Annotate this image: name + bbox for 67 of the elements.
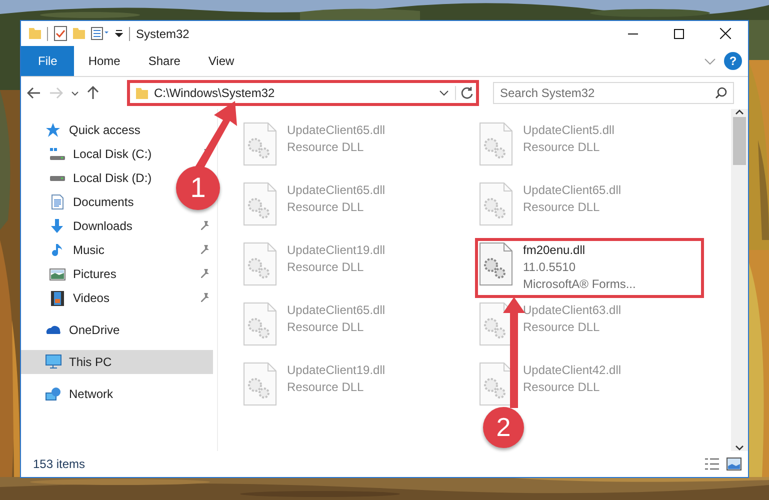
scroll-down-icon[interactable]	[735, 445, 744, 451]
windows-drive-icon	[49, 147, 66, 161]
search-icon	[715, 87, 727, 99]
sidebar-item[interactable]: Local Disk (D:)	[21, 166, 156, 190]
scroll-up-icon[interactable]	[735, 109, 744, 115]
up-arrow-icon[interactable]	[87, 86, 99, 100]
back-arrow-icon[interactable]	[27, 87, 41, 99]
downloads-icon	[50, 218, 65, 234]
sidebar-item[interactable]: Network	[21, 382, 118, 406]
details-view-icon[interactable]	[704, 457, 720, 471]
customize-arrow-icon[interactable]	[115, 30, 123, 37]
sidebar-item[interactable]: This PC	[21, 350, 213, 374]
ribbon-tab[interactable]: Home	[74, 46, 134, 76]
folder-icon	[136, 88, 148, 98]
scrollbar[interactable]	[731, 109, 748, 451]
gear-file-icon[interactable]	[479, 242, 513, 286]
sidebar-item[interactable]: Downloads	[21, 214, 214, 238]
sidebar-item[interactable]: Music	[21, 238, 214, 262]
large-icons-view-icon[interactable]	[726, 457, 742, 471]
star-icon	[45, 122, 62, 138]
sidebar-item[interactable]: Pictures	[21, 262, 214, 286]
scroll-thumb[interactable]	[733, 117, 746, 165]
address-field[interactable]: C:\Windows\System32	[127, 80, 479, 106]
properties-icon[interactable]	[91, 27, 109, 40]
music-icon	[52, 242, 63, 258]
gear-file-icon[interactable]	[479, 362, 513, 406]
chevron-down-icon[interactable]	[439, 90, 449, 96]
file-detail: Resource DLL	[287, 139, 365, 156]
pin-icon	[200, 221, 210, 231]
close-icon[interactable]	[720, 28, 730, 39]
file-detail: Resource DLL	[523, 379, 601, 396]
file-detail: Resource DLL	[523, 319, 601, 336]
file-detail: Resource DLL	[523, 199, 601, 216]
sidebar-item[interactable]: OneDrive	[21, 318, 124, 342]
file-detail: MicrosoftA® Forms...	[523, 276, 636, 293]
ribbon-tab[interactable]: View	[194, 46, 248, 76]
network-icon	[45, 387, 62, 401]
pin-icon	[200, 293, 210, 303]
file-detail: Resource DLL	[287, 199, 365, 216]
videos-icon	[50, 290, 65, 306]
file-name[interactable]: fm20enu.dll	[523, 242, 636, 259]
minimize-icon[interactable]	[628, 32, 638, 34]
cloud-icon	[45, 325, 62, 335]
ribbon-tab[interactable]: File	[21, 46, 74, 76]
help-button[interactable]: ?	[724, 52, 742, 70]
pin-icon	[200, 269, 210, 279]
item-count: 153 items	[33, 457, 86, 471]
pin-icon	[200, 245, 210, 255]
documents-icon	[51, 194, 64, 210]
drive-icon	[49, 174, 66, 182]
sidebar-item[interactable]: Videos	[21, 286, 214, 310]
pc-icon	[45, 354, 62, 370]
sidebar-item[interactable]: Quick access	[21, 118, 144, 142]
file-detail: Resource DLL	[287, 379, 365, 396]
file-detail: Resource DLL	[287, 319, 365, 336]
file-detail: Resource DLL	[523, 139, 601, 156]
maximize-icon[interactable]	[674, 28, 684, 38]
sidebar-item[interactable]: Documents	[21, 190, 138, 214]
pictures-icon	[49, 268, 66, 280]
file-detail: Resource DLL	[287, 259, 365, 276]
search-field[interactable]: Search System32	[493, 82, 734, 104]
ribbon-tab[interactable]: Share	[134, 46, 194, 76]
file-detail: 11.0.5510	[523, 259, 576, 276]
checklist-icon[interactable]	[54, 26, 67, 41]
refresh-icon[interactable]	[460, 86, 474, 100]
window-title: System32	[136, 26, 190, 40]
chevron-down-icon[interactable]	[71, 90, 79, 96]
